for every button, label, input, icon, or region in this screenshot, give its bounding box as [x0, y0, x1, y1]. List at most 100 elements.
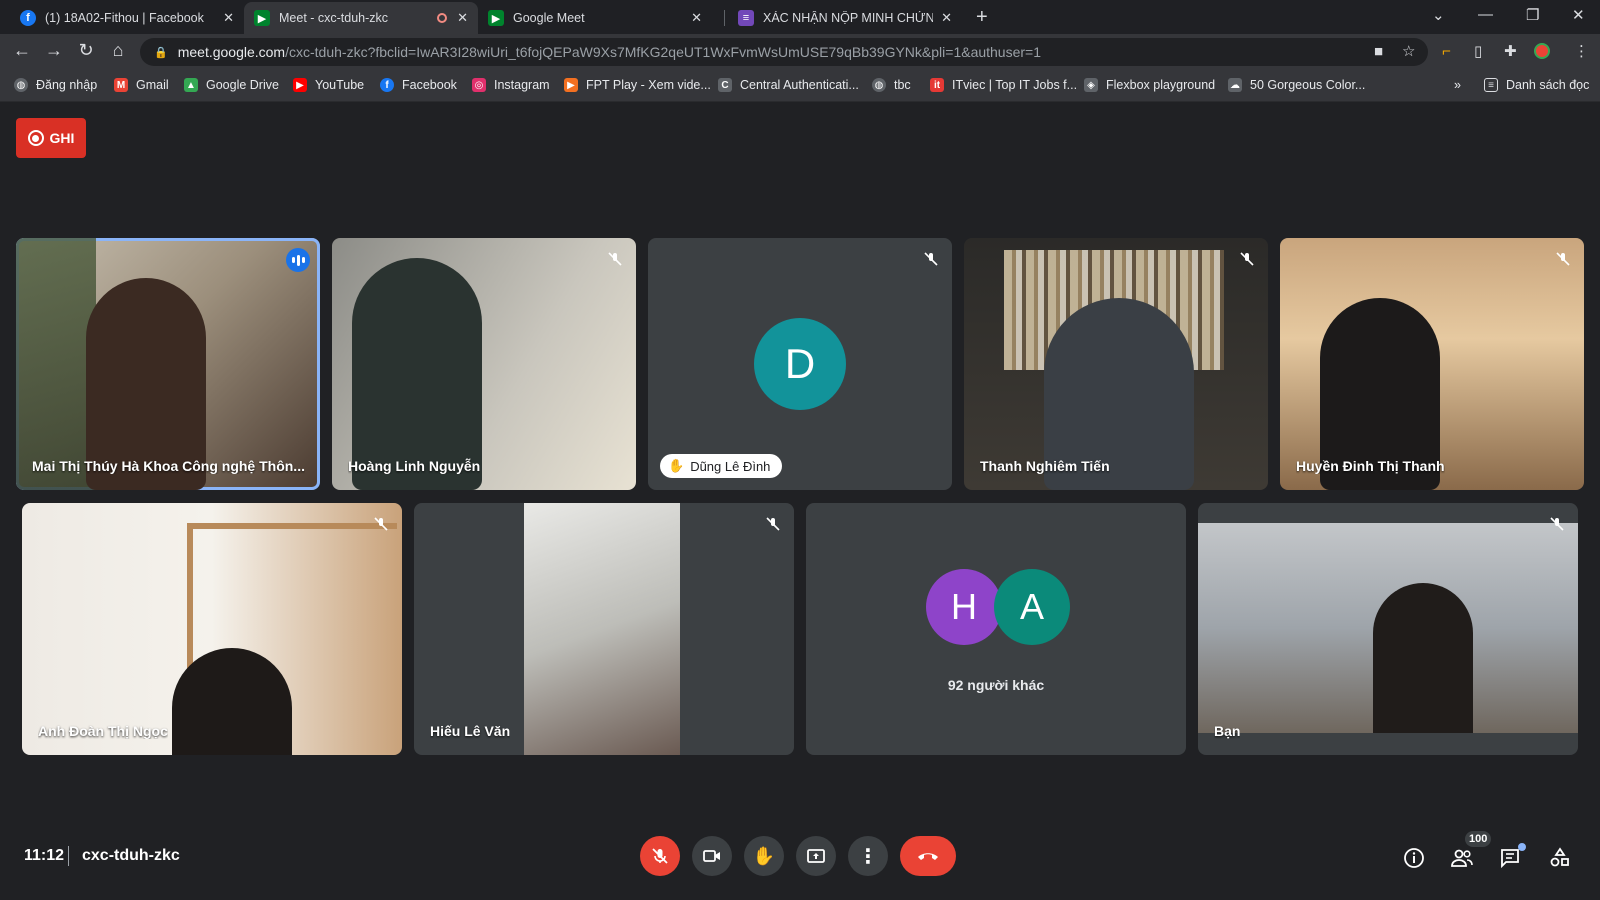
tab-title: Google Meet [513, 11, 585, 25]
other-participant-avatar: A [994, 569, 1070, 645]
info-icon [1404, 848, 1424, 868]
instagram-icon: ◎ [472, 78, 486, 92]
bookmark-item[interactable]: it ITviec | Top IT Jobs f... [930, 78, 1077, 92]
participant-tile[interactable]: D ✋ Dũng Lê Đình [648, 238, 952, 490]
mic-off-icon [652, 848, 668, 864]
mic-off-icon [762, 513, 784, 535]
restore-icon[interactable]: ❐ [1526, 6, 1539, 24]
gmail-icon: M [114, 78, 128, 92]
plant-background [16, 238, 96, 490]
itviec-icon: it [930, 78, 944, 92]
recording-button[interactable]: GHI [16, 118, 86, 158]
flexbox-icon: ◈ [1084, 78, 1098, 92]
browser-menu-icon[interactable]: ⋮ [1574, 44, 1589, 60]
bookmark-item[interactable]: ▶ YouTube [293, 78, 364, 92]
extensions-puzzle-icon[interactable]: ✚ [1504, 44, 1517, 60]
lock-icon[interactable]: 🔒 [154, 46, 168, 59]
bookmark-item[interactable]: M Gmail [114, 78, 169, 92]
participant-name: Anh Đoàn Thị Ngọc [38, 723, 168, 739]
minimize-icon[interactable]: — [1478, 6, 1493, 23]
tab-google-forms[interactable]: ≡ XÁC NHẬN NỘP MINH CHỨNG Đ ✕ [728, 2, 962, 34]
mic-off-icon [370, 513, 392, 535]
url-path: /cxc-tduh-zkc?fbclid=IwAR3I28wiUri_t6foj… [285, 44, 1042, 60]
forward-icon[interactable]: → [42, 40, 66, 61]
end-call-button[interactable] [900, 836, 956, 876]
tab-search-icon[interactable]: ⌄ [1432, 6, 1445, 24]
mic-toggle-button[interactable] [640, 836, 680, 876]
bookmark-item[interactable]: ▲ Google Drive [184, 78, 279, 92]
address-bar[interactable]: 🔒 meet.google.com /cxc-tduh-zkc?fbclid=I… [140, 38, 1428, 66]
tab-google-meet[interactable]: ▶ Google Meet ✕ [478, 2, 712, 34]
close-icon[interactable]: ✕ [457, 10, 468, 26]
reload-icon[interactable]: ↻ [74, 40, 98, 61]
home-icon[interactable]: ⌂ [106, 40, 130, 61]
participant-video [524, 503, 680, 755]
more-options-button[interactable]: ⋮ [848, 836, 888, 876]
camera-toggle-button[interactable] [692, 836, 732, 876]
present-button[interactable] [796, 836, 836, 876]
new-tab-button[interactable]: + [976, 6, 988, 29]
cas-icon: C [718, 78, 732, 92]
participant-tile[interactable]: Thanh Nghiêm Tiến [964, 238, 1268, 490]
bookmark-item[interactable]: ◍ Đăng nhập [14, 78, 97, 92]
tab-facebook[interactable]: f (1) 18A02-Fithou | Facebook ✕ [10, 2, 244, 34]
back-icon[interactable]: ← [10, 40, 34, 61]
record-icon [27, 130, 44, 146]
meeting-info-button[interactable] [1400, 844, 1428, 872]
close-icon[interactable]: ✕ [691, 10, 702, 26]
participant-tile[interactable]: Anh Đoàn Thị Ngọc [22, 503, 402, 755]
window-close-icon[interactable]: ✕ [1572, 6, 1585, 24]
youtube-icon: ▶ [293, 78, 307, 92]
mic-off-icon [920, 248, 942, 270]
bookmark-item[interactable]: ◎ Instagram [472, 78, 550, 92]
others-tile[interactable]: H A 92 người khác [806, 503, 1186, 755]
bookmark-item[interactable]: ☁ 50 Gorgeous Color... [1228, 78, 1365, 92]
participant-tile[interactable]: Mai Thị Thúy Hà Khoa Công nghệ Thôn... [16, 238, 320, 490]
bookmark-star-icon[interactable]: ☆ [1402, 38, 1415, 66]
profile-avatar[interactable] [1534, 43, 1550, 59]
tab-title: Meet - cxc-tduh-zkc [279, 11, 389, 25]
reading-list[interactable]: ≡ Danh sách đọc [1484, 78, 1589, 92]
google-meet-icon: ▶ [254, 10, 270, 26]
google-forms-icon: ≡ [738, 10, 754, 26]
others-count-label: 92 người khác [947, 677, 1045, 693]
facebook-icon: f [20, 10, 36, 26]
people-icon [1451, 849, 1473, 867]
activities-button[interactable] [1546, 844, 1574, 872]
bookmark-item[interactable]: C Central Authenticati... [718, 78, 859, 92]
extension-icon[interactable]: ⌐ [1442, 44, 1451, 60]
participant-silhouette [352, 258, 482, 490]
toolbar: ← → ↻ ⌂ 🔒 meet.google.com /cxc-tduh-zkc?… [0, 34, 1600, 70]
raise-hand-button[interactable]: ✋ [744, 836, 784, 876]
participant-tile-self[interactable]: Bạn [1198, 503, 1578, 755]
participant-tile[interactable]: Huyền Đinh Thị Thanh [1280, 238, 1584, 490]
people-button[interactable] [1448, 844, 1476, 872]
activities-icon [1550, 847, 1569, 867]
bookmark-item[interactable]: ◍ tbc [872, 78, 911, 92]
participant-avatar: D [754, 318, 846, 410]
participant-name: Bạn [1214, 723, 1241, 739]
more-bookmarks-icon[interactable]: » [1454, 78, 1461, 92]
raised-hand-icon: ✋ [668, 458, 685, 473]
close-icon[interactable]: ✕ [223, 10, 234, 26]
unread-chat-dot [1518, 843, 1526, 851]
participant-name: Hiếu Lê Văn [430, 723, 511, 739]
participant-silhouette [1373, 583, 1473, 733]
phone-extension-icon[interactable]: ▯ [1474, 44, 1482, 60]
reading-list-icon: ≡ [1484, 78, 1498, 92]
participant-tile[interactable]: Hoàng Linh Nguyễn [332, 238, 636, 490]
hand-raised-badge: ✋ Dũng Lê Đình [660, 454, 783, 478]
participant-name: Mai Thị Thúy Hà Khoa Công nghệ Thôn... [32, 458, 305, 474]
globe-icon: ◍ [872, 78, 886, 92]
participant-tile[interactable]: Hiếu Lê Văn [414, 503, 794, 755]
close-icon[interactable]: ✕ [941, 10, 952, 26]
bookmark-item[interactable]: f Facebook [380, 78, 457, 92]
more-options-icon: ⋮ [858, 845, 878, 868]
chat-icon [1501, 849, 1519, 869]
bookmark-item[interactable]: ◈ Flexbox playground [1084, 78, 1215, 92]
camera-in-use-icon[interactable]: ■ [1374, 38, 1383, 66]
tab-meet-active[interactable]: ▶ Meet - cxc-tduh-zkc ✕ [244, 2, 478, 34]
tab-title: XÁC NHẬN NỘP MINH CHỨNG Đ [763, 11, 934, 25]
bookmark-item[interactable]: ▶ FPT Play - Xem vide... [564, 78, 711, 92]
speaking-indicator-icon [286, 248, 310, 272]
